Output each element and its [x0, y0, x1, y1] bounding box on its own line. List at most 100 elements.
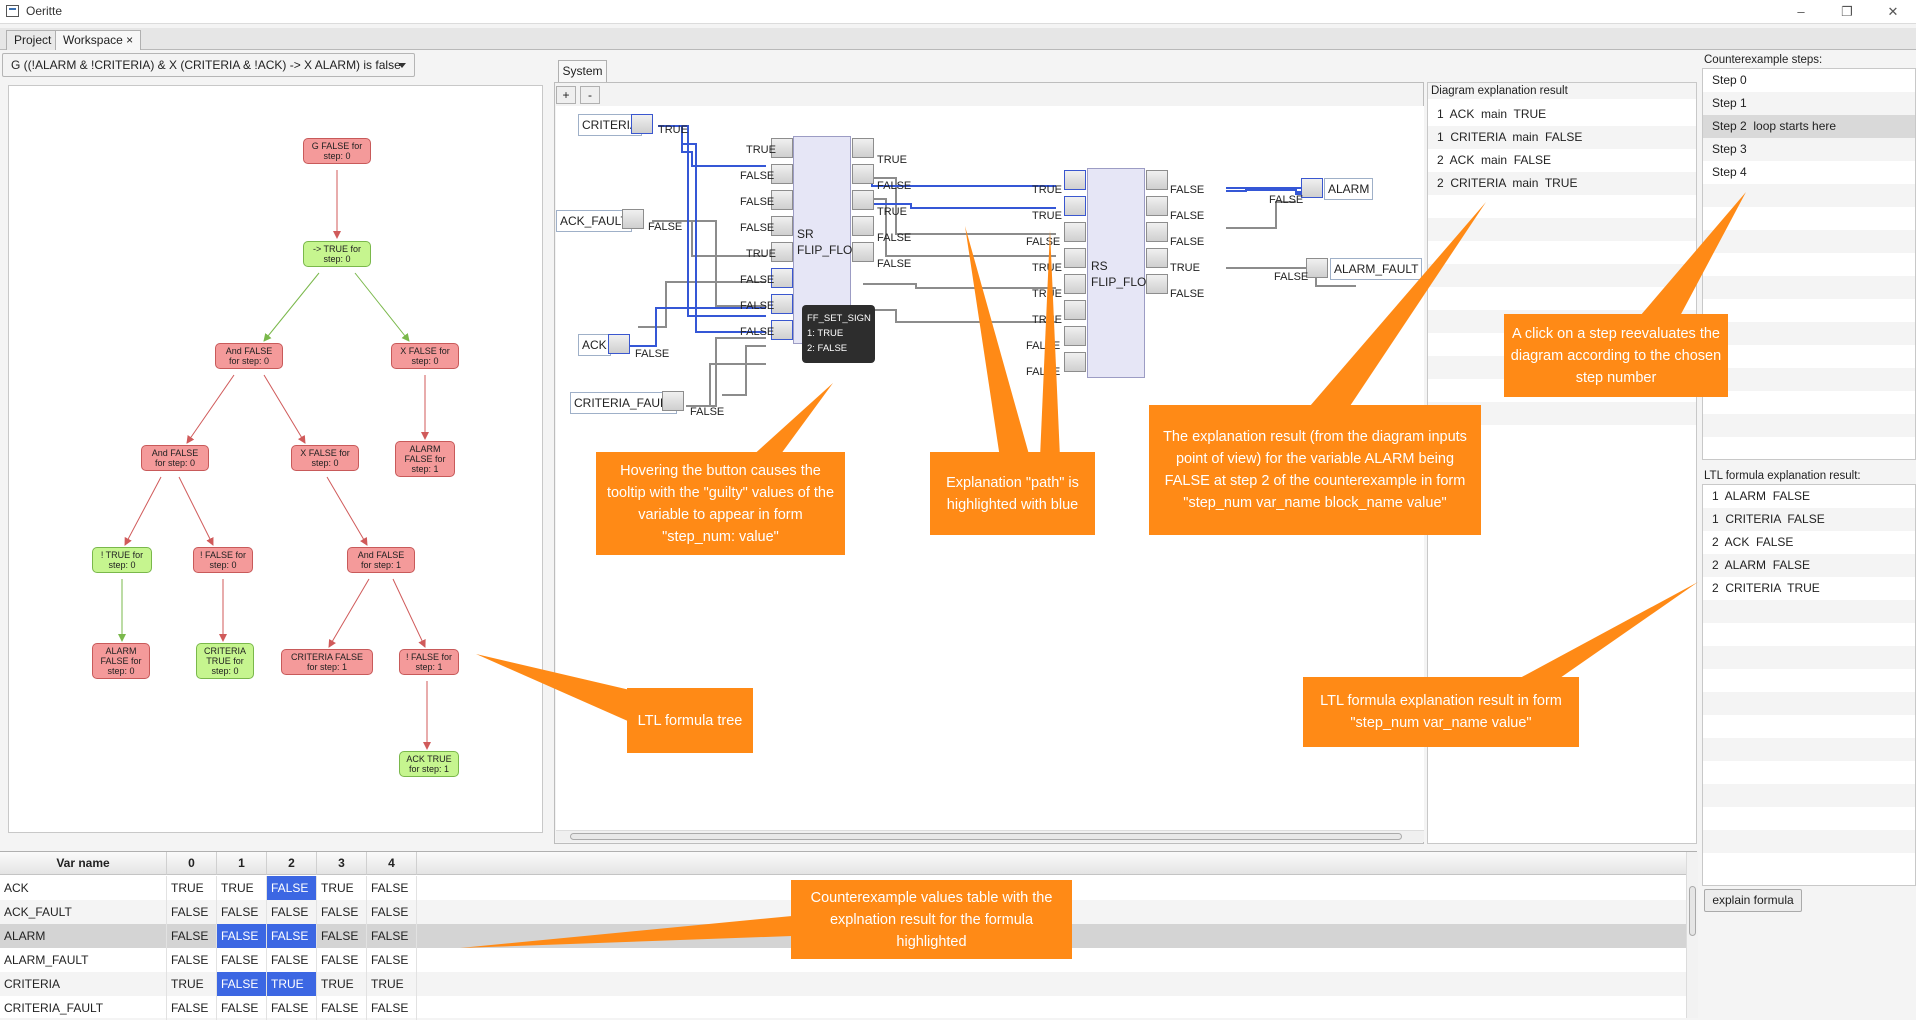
rs-input-port[interactable] [1064, 248, 1086, 268]
tree-node-x[interactable]: X FALSE for step: 0 [391, 343, 459, 369]
rs-input-port[interactable] [1064, 352, 1086, 372]
close-icon[interactable]: ✕ [1870, 0, 1916, 24]
list-item [1703, 807, 1915, 830]
column-header-step[interactable]: 3 [317, 852, 367, 875]
sr-input-port[interactable] [771, 294, 793, 314]
sr-out-label: FALSE [877, 258, 912, 270]
tree-node-and[interactable]: And FALSE for step: 0 [215, 343, 283, 369]
output-alarm-fault-button[interactable] [1306, 258, 1328, 278]
input-ack[interactable]: ACK [578, 334, 611, 356]
rs-output-port[interactable] [1146, 222, 1168, 242]
input-criteria-fault-button[interactable] [662, 391, 684, 411]
zoom-out-button[interactable]: - [580, 86, 600, 104]
value-cell: TRUE [167, 876, 217, 900]
tree-node-x[interactable]: X FALSE for step: 0 [291, 445, 359, 471]
column-header-step[interactable]: 0 [167, 852, 217, 875]
rs-input-port[interactable] [1064, 274, 1086, 294]
rs-output-port[interactable] [1146, 274, 1168, 294]
tab-project[interactable]: Project [6, 30, 60, 50]
column-header-step[interactable]: 4 [367, 852, 417, 875]
ltl-explanation-row[interactable]: 2 ALARM FALSE [1703, 554, 1915, 577]
input-ack-button[interactable] [608, 334, 630, 354]
input-ack-fault-button[interactable] [622, 209, 644, 229]
list-item [1703, 600, 1915, 623]
list-item [1703, 853, 1915, 876]
table-row[interactable]: CRITERIA_FAULT FALSE FALSE FALSE FALSE F… [0, 996, 1686, 1020]
rs-in-label: TRUE [1032, 184, 1062, 196]
step-item-2[interactable]: Step 2 loop starts here [1703, 115, 1915, 138]
input-ack-fault[interactable]: ACK_FAULT [556, 210, 632, 232]
ltl-explanation-row[interactable]: 2 CRITERIA TRUE [1703, 577, 1915, 600]
tree-node-g[interactable]: G FALSE for step: 0 [303, 138, 371, 164]
output-alarm[interactable]: ALARM [1324, 178, 1374, 200]
diagram-explanation-row[interactable]: 2 CRITERIA main TRUE [1428, 172, 1696, 195]
rs-output-port[interactable] [1146, 170, 1168, 190]
column-header-var-name[interactable]: Var name [0, 852, 167, 875]
formula-select[interactable]: G ((!ALARM & !CRITERIA) & X (CRITERIA & … [2, 53, 415, 77]
step-item-0[interactable]: Step 0 [1703, 69, 1915, 92]
output-alarm-button[interactable] [1301, 178, 1323, 198]
ltl-explanation-row[interactable]: 1 ALARM FALSE [1703, 485, 1915, 508]
var-name-cell: CRITERIA_FAULT [0, 996, 167, 1020]
sr-input-port[interactable] [771, 216, 793, 236]
tree-node-alarm[interactable]: ALARM FALSE for step: 0 [92, 643, 150, 679]
tree-node-criteria[interactable]: CRITERIA FALSE for step: 1 [281, 649, 373, 675]
column-header-step[interactable]: 2 [267, 852, 317, 875]
table-scrollbar-thumb[interactable] [1689, 886, 1696, 936]
diagram-explanation-header: Diagram explanation result [1428, 83, 1696, 99]
rs-input-port[interactable] [1064, 326, 1086, 346]
step-item-4[interactable]: Step 4 [1703, 161, 1915, 184]
rs-output-port[interactable] [1146, 196, 1168, 216]
list-item [1703, 830, 1915, 853]
sr-output-port[interactable] [852, 164, 874, 184]
tree-node-alarm[interactable]: ALARM FALSE for step: 1 [395, 441, 455, 477]
sr-output-port[interactable] [852, 190, 874, 210]
rs-flip-flop-block[interactable]: RS FLIP_FLOP [1087, 168, 1154, 378]
diagram-scrollbar-thumb[interactable] [570, 833, 1402, 840]
minimize-icon[interactable]: – [1778, 0, 1824, 24]
diagram-explanation-row[interactable]: 1 CRITERIA main FALSE [1428, 126, 1696, 149]
table-row[interactable]: CRITERIA TRUE FALSE TRUE TRUE TRUE [0, 972, 1686, 996]
tree-node-not[interactable]: ! TRUE for step: 0 [92, 547, 152, 573]
sr-input-port[interactable] [771, 190, 793, 210]
sr-input-port[interactable] [771, 268, 793, 288]
formula-select-value: G ((!ALARM & !CRITERIA) & X (CRITERIA & … [11, 58, 401, 72]
step-item-3[interactable]: Step 3 [1703, 138, 1915, 161]
tree-node-criteria[interactable]: CRITERIA TRUE for step: 0 [196, 643, 254, 679]
explain-formula-button[interactable]: explain formula [1704, 889, 1802, 912]
table-vertical-scrollbar[interactable] [1686, 852, 1698, 1018]
value-cell: FALSE [317, 948, 367, 972]
value-cell-highlighted: FALSE [267, 876, 317, 900]
column-header-step[interactable]: 1 [217, 852, 267, 875]
rs-input-port[interactable] [1064, 170, 1086, 190]
tree-node-not[interactable]: ! FALSE for step: 0 [193, 547, 253, 573]
sr-output-port[interactable] [852, 138, 874, 158]
sr-input-port[interactable] [771, 320, 793, 340]
ltl-explanation-row[interactable]: 2 ACK FALSE [1703, 531, 1915, 554]
tree-node-ack[interactable]: ACK TRUE for step: 1 [399, 751, 459, 777]
tree-node-and[interactable]: And FALSE for step: 1 [347, 547, 415, 573]
sr-output-port[interactable] [852, 242, 874, 262]
rs-input-port[interactable] [1064, 300, 1086, 320]
tree-node-and[interactable]: And FALSE for step: 0 [141, 445, 209, 471]
restore-icon[interactable]: ❐ [1824, 0, 1870, 24]
input-criteria-button[interactable] [631, 114, 653, 134]
tab-system[interactable]: System [558, 60, 607, 82]
value-cell: FALSE [367, 900, 417, 924]
sr-input-port[interactable] [771, 164, 793, 184]
close-icon[interactable]: × [126, 33, 133, 47]
zoom-in-button[interactable]: + [556, 86, 576, 104]
tree-node-not[interactable]: ! FALSE for step: 1 [399, 649, 459, 675]
diagram-explanation-row[interactable]: 2 ACK main FALSE [1428, 149, 1696, 172]
ltl-explanation-row[interactable]: 1 CRITERIA FALSE [1703, 508, 1915, 531]
sr-output-port[interactable] [852, 216, 874, 236]
rs-input-port[interactable] [1064, 196, 1086, 216]
tab-workspace[interactable]: Workspace × [55, 30, 142, 50]
step-item-1[interactable]: Step 1 [1703, 92, 1915, 115]
diagram-explanation-row[interactable]: 1 ACK main TRUE [1428, 103, 1696, 126]
rs-input-port[interactable] [1064, 222, 1086, 242]
list-item [1703, 692, 1915, 715]
rs-output-port[interactable] [1146, 248, 1168, 268]
tree-node-implication[interactable]: -> TRUE for step: 0 [303, 241, 371, 267]
output-alarm-fault[interactable]: ALARM_FAULT [1330, 258, 1423, 280]
